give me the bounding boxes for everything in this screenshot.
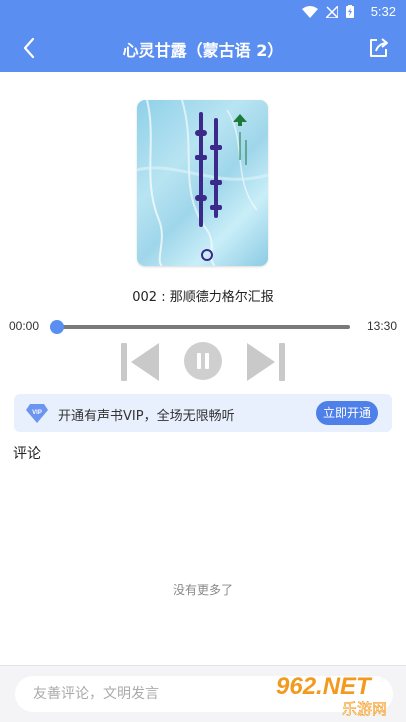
- no-signal-icon: [326, 5, 338, 18]
- share-icon[interactable]: [366, 36, 390, 60]
- status-bar: 5:32: [0, 0, 406, 24]
- comments-list[interactable]: 没有更多了: [0, 467, 406, 665]
- svg-text:乐游网: 乐游网: [342, 700, 387, 718]
- track-title: 002 : 那顺德力格尔汇报: [132, 290, 274, 305]
- vip-badge-text: VIP: [32, 410, 42, 416]
- progress-knob[interactable]: [50, 320, 64, 334]
- cover-art: [137, 100, 268, 266]
- pause-icon: [197, 353, 209, 369]
- total-duration: 13:30: [366, 319, 397, 333]
- battery-charging-icon: [346, 5, 354, 18]
- next-track-button[interactable]: [245, 341, 287, 383]
- playback-controls: [0, 338, 406, 386]
- elapsed-time: 00:00: [9, 319, 40, 333]
- vip-promo-banner: VIP 开通有声书VIP，全场无限畅听 立即开通: [14, 394, 392, 432]
- progress-slider[interactable]: [50, 320, 350, 334]
- pause-button[interactable]: [184, 342, 222, 380]
- comment-input-bar: 962.NET 乐游网: [0, 665, 406, 722]
- site-watermark-logo: 962.NET 乐游网: [276, 673, 387, 718]
- vip-subscribe-button[interactable]: 立即开通: [316, 401, 378, 425]
- page-title: 心灵甘露（蒙古语 2）: [122, 41, 284, 60]
- svg-text:962.NET: 962.NET: [276, 673, 373, 700]
- comments-section-title: 评论: [13, 446, 41, 462]
- vip-promo-text: 开通有声书VIP，全场无限畅听: [58, 409, 235, 424]
- wifi-icon: [302, 5, 318, 18]
- vip-diamond-icon: VIP: [26, 404, 48, 423]
- previous-track-button[interactable]: [119, 341, 161, 383]
- album-cover: [137, 100, 268, 266]
- player-panel: 002 : 那顺德力格尔汇报 00:00 13:30 VIP 开通有声书VIP，…: [0, 72, 406, 467]
- status-icons: [302, 5, 354, 18]
- no-more-comments-text: 没有更多了: [172, 583, 233, 597]
- app-bar: 心灵甘露（蒙古语 2）: [0, 24, 406, 72]
- status-time: 5:32: [370, 4, 396, 19]
